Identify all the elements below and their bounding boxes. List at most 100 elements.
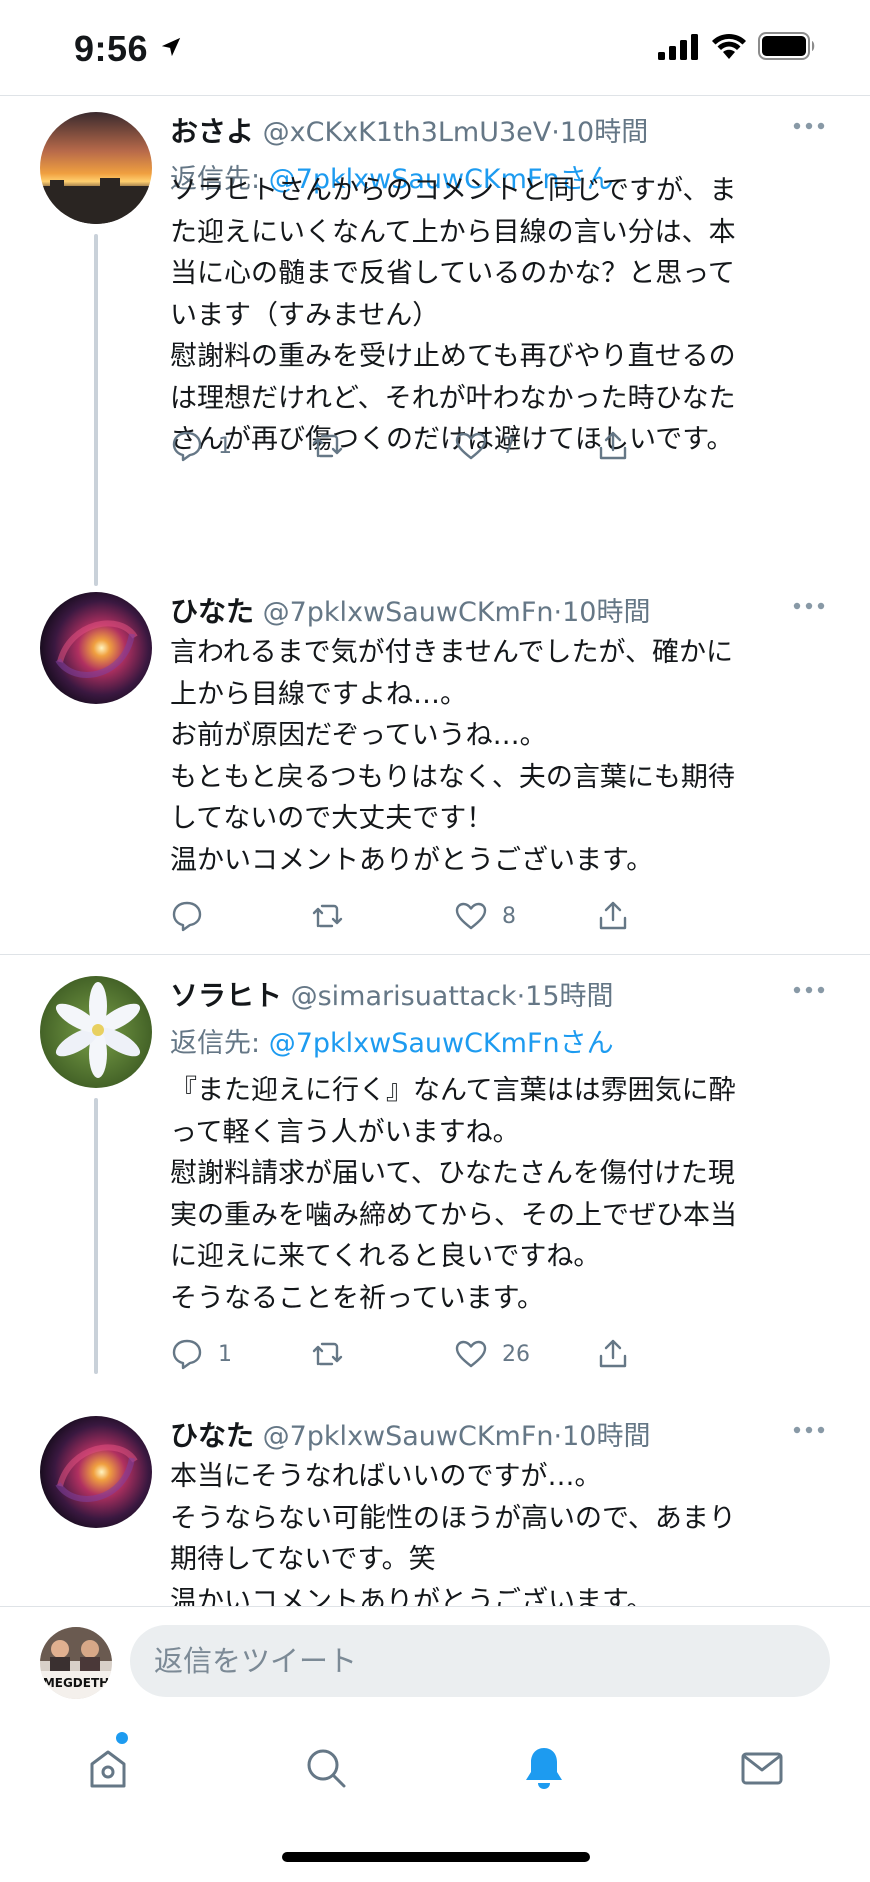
tweet-time[interactable]: 15時間	[525, 981, 613, 1012]
new-content-dot	[116, 1732, 128, 1744]
retweet-icon	[312, 1342, 343, 1366]
reply-button[interactable]: 1	[170, 1332, 232, 1376]
display-name[interactable]: ひなた	[170, 1419, 254, 1452]
tab-notifications[interactable]	[512, 1736, 576, 1800]
tweet[interactable]: ひなた @7pklxwSauwCKmFn·10時間 言われるまで気が付きませんで…	[0, 586, 870, 954]
tweet[interactable]: おさよ @xCKxK1th3LmU3eV·10時間 返信先: @7pklxwSa…	[0, 106, 870, 586]
tweet-actions: 1 26	[170, 1332, 730, 1376]
retweet-button[interactable]	[310, 1332, 358, 1376]
thread-line	[94, 234, 98, 586]
tweet[interactable]: ソラヒト @simarisuattack·15時間 返信先: @7pklxwSa…	[0, 970, 870, 1410]
flower-avatar-image	[40, 976, 152, 1088]
user-handle[interactable]: @simarisuattack	[291, 981, 517, 1012]
messages-icon	[741, 1752, 783, 1785]
reply-tweet-input[interactable]	[130, 1625, 830, 1697]
heart-icon	[455, 1340, 487, 1368]
more-options-icon[interactable]	[792, 1422, 826, 1438]
reply-icon	[172, 431, 202, 462]
notifications-icon	[526, 1748, 562, 1789]
retweet-icon	[312, 904, 343, 928]
galaxy-avatar-image	[40, 592, 152, 704]
share-button[interactable]	[596, 424, 630, 468]
tweet-time[interactable]: 10時間	[560, 117, 648, 148]
like-count: 8	[502, 903, 516, 929]
avatar[interactable]	[40, 976, 152, 1088]
cellular-signal-icon	[658, 34, 698, 60]
tweet-header: ひなた @7pklxwSauwCKmFn·10時間	[170, 592, 650, 632]
reply-compose-bar: MEGDETH	[0, 1606, 870, 1708]
home-icon	[90, 1750, 126, 1788]
reply-icon	[172, 901, 202, 932]
tab-messages[interactable]	[730, 1736, 794, 1800]
share-icon	[599, 431, 627, 460]
avatar[interactable]	[40, 592, 152, 704]
like-count: 26	[502, 1341, 530, 1367]
separator-dot: ·	[553, 1421, 563, 1452]
tab-home[interactable]	[76, 1736, 140, 1800]
tweet-text: ソラヒトさんからのコメントと同じですが、ま た迎えにいくなんて上から目線の言い分…	[170, 168, 820, 461]
share-button[interactable]	[596, 1332, 630, 1376]
tweet-actions: 1 7	[170, 424, 730, 468]
retweet-button[interactable]	[310, 424, 358, 468]
separator-dot: ·	[553, 597, 563, 628]
tweet-time[interactable]: 10時間	[562, 597, 650, 628]
more-options-icon[interactable]	[792, 982, 826, 998]
user-handle[interactable]: @7pklxwSauwCKmFn	[263, 597, 554, 628]
more-options-icon[interactable]	[792, 598, 826, 614]
share-button[interactable]	[596, 894, 630, 938]
heart-icon	[455, 432, 487, 460]
wifi-icon	[712, 33, 746, 59]
tweet-text: 言われるまで気が付きませんでしたが、確かに 上から目線ですよね…。 お前が原因だ…	[170, 637, 735, 876]
reply-count: 1	[218, 433, 232, 459]
avatar[interactable]	[40, 112, 152, 224]
avatar[interactable]	[40, 1416, 152, 1528]
like-button[interactable]: 26	[454, 1332, 530, 1376]
user-handle[interactable]: @7pklxwSauwCKmFn	[263, 1421, 554, 1452]
display-name[interactable]: ソラヒト	[170, 979, 282, 1012]
tweet-text: 『また迎えに行く』なんて言葉はは雰囲気に酔 って軽く言う人がいますね。 慰謝料請…	[170, 1075, 737, 1314]
tweet-text-content: ソラヒトさんからのコメントと同じですが、ま た迎えにいくなんて上から目線の言い分…	[170, 175, 737, 455]
band-avatar-image: MEGDETH	[40, 1627, 112, 1699]
galaxy-avatar-image	[40, 1416, 152, 1528]
share-icon	[599, 1339, 627, 1368]
display-name[interactable]: ひなた	[170, 595, 254, 628]
header-divider	[0, 95, 870, 96]
like-button[interactable]: 8	[454, 894, 516, 938]
location-arrow-icon	[161, 37, 181, 57]
display-name[interactable]: おさよ	[170, 115, 254, 148]
heart-icon	[455, 902, 487, 930]
separator-dot: ·	[516, 981, 526, 1012]
reply-button[interactable]: 1	[170, 424, 232, 468]
more-options-icon[interactable]	[792, 118, 826, 134]
reply-icon	[172, 1339, 202, 1370]
tweet-actions: 8	[170, 894, 730, 938]
reply-to-line: 返信先: @7pklxwSauwCKmFnさん	[170, 1024, 614, 1064]
tweet-text: 本当にそうなればいいのですが…。 そうならない可能性のほうが高いので、あまり 期…	[170, 1461, 736, 1606]
tab-search[interactable]	[294, 1736, 358, 1800]
home-indicator	[282, 1852, 590, 1862]
tweet-header: ソラヒト @simarisuattack·15時間	[170, 976, 614, 1016]
own-avatar[interactable]: MEGDETH	[40, 1627, 112, 1699]
reply-to-handle-link[interactable]: @7pklxwSauwCKmFnさん	[269, 1028, 614, 1059]
sunset-avatar-image	[40, 112, 152, 224]
reply-to-label: 返信先:	[170, 1028, 269, 1059]
thread-line	[94, 1098, 98, 1374]
retweet-button[interactable]	[310, 894, 358, 938]
user-handle[interactable]: @xCKxK1th3LmU3eV	[263, 117, 552, 148]
tweet-divider	[0, 954, 870, 955]
like-button[interactable]: 7	[454, 424, 516, 468]
tweet-header: ひなた @7pklxwSauwCKmFn·10時間	[170, 1416, 650, 1456]
retweet-icon	[312, 434, 343, 458]
battery-icon	[758, 32, 815, 60]
like-count: 7	[502, 433, 516, 459]
reply-count: 1	[218, 1341, 232, 1367]
status-time: 9:56	[74, 28, 149, 69]
tweet[interactable]: ひなた @7pklxwSauwCKmFn·10時間 本当にそうなればいいのですが…	[0, 1410, 870, 1606]
tweet-time[interactable]: 10時間	[562, 1421, 650, 1452]
search-icon	[307, 1749, 346, 1788]
separator-dot: ·	[551, 117, 560, 148]
band-avatar-text: MEGDETH	[43, 1676, 109, 1690]
tweet-header: おさよ @xCKxK1th3LmU3eV·10時間	[170, 112, 648, 152]
reply-button[interactable]	[170, 894, 218, 938]
status-bar: 9:56	[0, 0, 870, 96]
